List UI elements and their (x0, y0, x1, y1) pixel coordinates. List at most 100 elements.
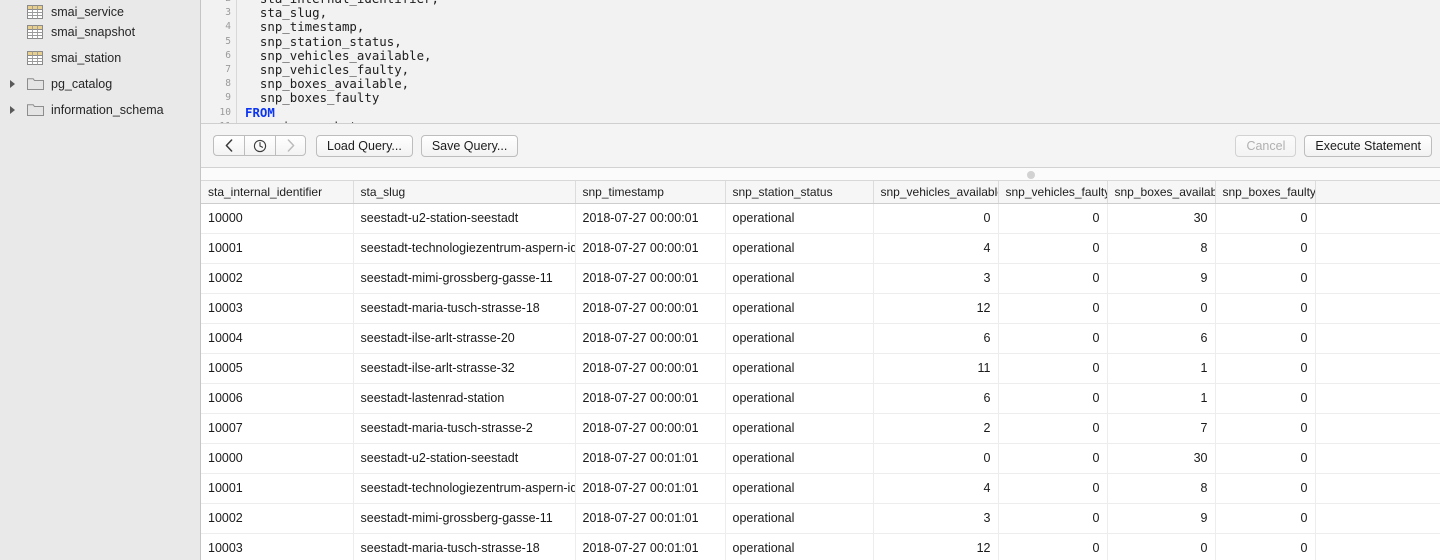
splitter-grip-handle[interactable] (1027, 171, 1035, 179)
code-line[interactable]: snp_station_status, (245, 35, 402, 49)
cell-filler[interactable] (1315, 293, 1440, 323)
table-row[interactable]: 10006seestadt-lastenrad-station2018-07-2… (201, 383, 1440, 413)
cell-snp-boxes-faulty[interactable]: 0 (1215, 383, 1315, 413)
code-line[interactable]: snp_vehicles_faulty, (245, 63, 409, 77)
cell-snp-vehicles-faulty[interactable]: 0 (998, 203, 1107, 233)
save-query-button[interactable]: Save Query... (421, 135, 519, 157)
cell-sta-slug[interactable]: seestadt-maria-tusch-strasse-2 (353, 413, 575, 443)
cell-snp-vehicles-available[interactable]: 6 (873, 383, 998, 413)
cell-snp-boxes-available[interactable]: 1 (1107, 383, 1215, 413)
cell-snp-station-status[interactable]: operational (725, 533, 873, 560)
cell-snp-station-status[interactable]: operational (725, 323, 873, 353)
cell-sta-internal-identifier[interactable]: 10000 (201, 203, 353, 233)
table-row[interactable]: 10001seestadt-technologiezentrum-aspern-… (201, 473, 1440, 503)
cell-filler[interactable] (1315, 503, 1440, 533)
code-line[interactable]: snp_boxes_faulty (245, 91, 379, 105)
disclosure-triangle-icon[interactable] (10, 97, 24, 123)
column-header-snp-boxes-available[interactable]: snp_boxes_available (1107, 181, 1215, 203)
table-row[interactable]: 10003seestadt-maria-tusch-strasse-182018… (201, 533, 1440, 560)
column-header-filler[interactable] (1315, 181, 1440, 203)
cell-snp-boxes-available[interactable]: 0 (1107, 293, 1215, 323)
cell-sta-internal-identifier[interactable]: 10006 (201, 383, 353, 413)
cell-snp-timestamp[interactable]: 2018-07-27 00:00:01 (575, 203, 725, 233)
cell-snp-boxes-faulty[interactable]: 0 (1215, 323, 1315, 353)
load-query-button[interactable]: Load Query... (316, 135, 413, 157)
cell-snp-vehicles-available[interactable]: 12 (873, 533, 998, 560)
cell-snp-station-status[interactable]: operational (725, 263, 873, 293)
table-row[interactable]: 10001seestadt-technologiezentrum-aspern-… (201, 233, 1440, 263)
cell-snp-boxes-faulty[interactable]: 0 (1215, 293, 1315, 323)
code-line[interactable]: FROM (245, 106, 275, 120)
cell-sta-internal-identifier[interactable]: 10005 (201, 353, 353, 383)
cell-snp-boxes-faulty[interactable]: 0 (1215, 353, 1315, 383)
cell-sta-slug[interactable]: seestadt-technologiezentrum-aspern-iq (353, 233, 575, 263)
table-row[interactable]: 10000seestadt-u2-station-seestadt2018-07… (201, 203, 1440, 233)
cell-snp-boxes-faulty[interactable]: 0 (1215, 533, 1315, 560)
cell-snp-vehicles-available[interactable]: 2 (873, 413, 998, 443)
cell-sta-internal-identifier[interactable]: 10002 (201, 503, 353, 533)
table-row[interactable]: 10002seestadt-mimi-grossberg-gasse-11201… (201, 503, 1440, 533)
cell-snp-timestamp[interactable]: 2018-07-27 00:00:01 (575, 353, 725, 383)
cell-snp-boxes-faulty[interactable]: 0 (1215, 413, 1315, 443)
cell-filler[interactable] (1315, 353, 1440, 383)
cell-snp-boxes-available[interactable]: 0 (1107, 533, 1215, 560)
sidebar-item-smai-station[interactable]: smai_station (0, 45, 200, 71)
cell-snp-timestamp[interactable]: 2018-07-27 00:01:01 (575, 503, 725, 533)
cell-snp-station-status[interactable]: operational (725, 353, 873, 383)
cell-snp-boxes-faulty[interactable]: 0 (1215, 473, 1315, 503)
cell-snp-vehicles-available[interactable]: 0 (873, 443, 998, 473)
cell-snp-boxes-available[interactable]: 8 (1107, 473, 1215, 503)
cell-snp-vehicles-faulty[interactable]: 0 (998, 233, 1107, 263)
cell-snp-station-status[interactable]: operational (725, 503, 873, 533)
cell-sta-internal-identifier[interactable]: 10002 (201, 263, 353, 293)
column-header-snp-vehicles-available[interactable]: snp_vehicles_available (873, 181, 998, 203)
cell-filler[interactable] (1315, 473, 1440, 503)
cell-snp-vehicles-available[interactable]: 6 (873, 323, 998, 353)
sidebar-item-smai-snapshot[interactable]: smai_snapshot (0, 19, 200, 45)
cell-snp-vehicles-available[interactable]: 3 (873, 503, 998, 533)
cell-snp-timestamp[interactable]: 2018-07-27 00:00:01 (575, 233, 725, 263)
code-line[interactable]: snp_timestamp, (245, 20, 364, 34)
table-row[interactable]: 10000seestadt-u2-station-seestadt2018-07… (201, 443, 1440, 473)
cell-snp-timestamp[interactable]: 2018-07-27 00:00:01 (575, 263, 725, 293)
cell-sta-slug[interactable]: seestadt-maria-tusch-strasse-18 (353, 533, 575, 560)
table-row[interactable]: 10003seestadt-maria-tusch-strasse-182018… (201, 293, 1440, 323)
table-row[interactable]: 10005seestadt-ilse-arlt-strasse-322018-0… (201, 353, 1440, 383)
cell-sta-internal-identifier[interactable]: 10007 (201, 413, 353, 443)
cell-snp-vehicles-faulty[interactable]: 0 (998, 413, 1107, 443)
sidebar-item-information-schema[interactable]: information_schema (0, 97, 200, 123)
cell-snp-vehicles-faulty[interactable]: 0 (998, 293, 1107, 323)
cell-snp-boxes-available[interactable]: 7 (1107, 413, 1215, 443)
cell-snp-vehicles-faulty[interactable]: 0 (998, 383, 1107, 413)
cell-sta-slug[interactable]: seestadt-mimi-grossberg-gasse-11 (353, 263, 575, 293)
column-header-sta-internal-identifier[interactable]: sta_internal_identifier (201, 181, 353, 203)
cell-snp-boxes-available[interactable]: 30 (1107, 443, 1215, 473)
sql-editor[interactable]: 2 sta_internal_identifier,3 sta_slug,4 s… (201, 0, 1440, 124)
cell-snp-station-status[interactable]: operational (725, 473, 873, 503)
cell-snp-timestamp[interactable]: 2018-07-27 00:01:01 (575, 533, 725, 560)
cell-snp-boxes-faulty[interactable]: 0 (1215, 443, 1315, 473)
cell-snp-station-status[interactable]: operational (725, 293, 873, 323)
code-line[interactable]: snp_boxes_available, (245, 77, 409, 91)
cell-filler[interactable] (1315, 443, 1440, 473)
cell-snp-timestamp[interactable]: 2018-07-27 00:00:01 (575, 323, 725, 353)
disclosure-triangle-icon[interactable] (10, 71, 24, 97)
table-row[interactable]: 10007seestadt-maria-tusch-strasse-22018-… (201, 413, 1440, 443)
cancel-button[interactable]: Cancel (1235, 135, 1296, 157)
history-back-button[interactable] (213, 135, 244, 156)
cell-sta-slug[interactable]: seestadt-lastenrad-station (353, 383, 575, 413)
sidebar-item-smai-service[interactable]: smai_service (0, 0, 200, 19)
cell-sta-slug[interactable]: seestadt-ilse-arlt-strasse-20 (353, 323, 575, 353)
cell-filler[interactable] (1315, 533, 1440, 560)
cell-sta-internal-identifier[interactable]: 10003 (201, 293, 353, 323)
cell-snp-vehicles-available[interactable]: 4 (873, 473, 998, 503)
cell-snp-boxes-faulty[interactable]: 0 (1215, 263, 1315, 293)
cell-sta-internal-identifier[interactable]: 10001 (201, 233, 353, 263)
column-header-snp-station-status[interactable]: snp_station_status (725, 181, 873, 203)
cell-filler[interactable] (1315, 233, 1440, 263)
cell-snp-vehicles-faulty[interactable]: 0 (998, 533, 1107, 560)
cell-snp-vehicles-faulty[interactable]: 0 (998, 323, 1107, 353)
cell-filler[interactable] (1315, 383, 1440, 413)
cell-snp-boxes-available[interactable]: 1 (1107, 353, 1215, 383)
cell-sta-slug[interactable]: seestadt-mimi-grossberg-gasse-11 (353, 503, 575, 533)
